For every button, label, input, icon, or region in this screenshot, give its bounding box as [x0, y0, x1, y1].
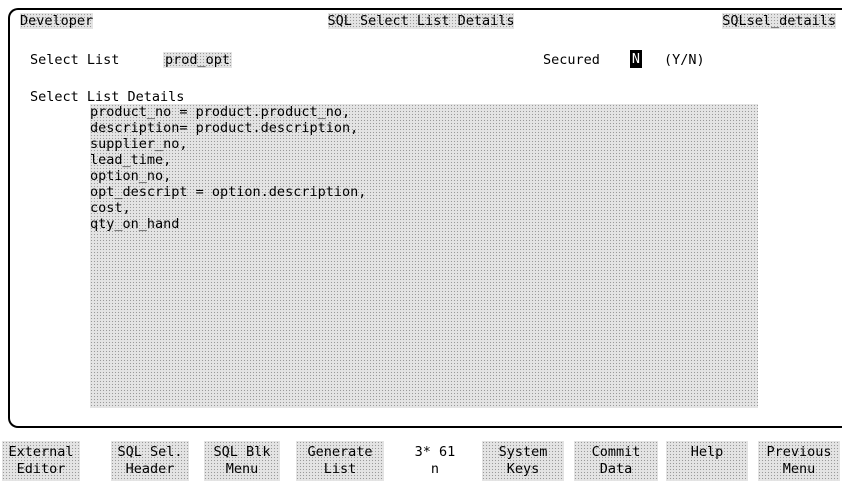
details-line: qty_on_hand [90, 216, 180, 232]
fkey-line1: Previous [766, 444, 832, 460]
fkey-sql-blk-menu[interactable]: SQL Blk Menu [204, 441, 280, 481]
cursor-position-indicator: 3* 61 n [400, 441, 470, 481]
fkey-line2: Header [125, 461, 175, 477]
fkey-line2: Editor [16, 461, 66, 477]
fkey-line2: Keys [506, 461, 540, 477]
details-line: option_no, [90, 168, 172, 184]
fkey-line2: n [430, 461, 440, 477]
fkey-line1: Commit [591, 444, 641, 460]
secured-hint: (Y/N) [664, 52, 705, 68]
screen-id: SQLsel_details [722, 13, 836, 29]
fkey-line1: System [498, 444, 548, 460]
details-line: cost, [90, 200, 131, 216]
fkey-help[interactable]: Help [666, 441, 748, 481]
fkey-sql-sel-header[interactable]: SQL Sel. Header [111, 441, 189, 481]
fkey-system-keys[interactable]: System Keys [482, 441, 564, 481]
details-line: product_no = product.product_no, [90, 104, 351, 120]
fkey-line2: Menu [225, 461, 259, 477]
select-list-label: Select List [30, 52, 120, 68]
fkey-line1: External [8, 444, 74, 460]
fkey-line1: Generate [307, 444, 373, 460]
secured-label: Secured [543, 52, 600, 68]
fkey-external-editor[interactable]: External Editor [2, 441, 80, 481]
fkey-line1: SQL Blk [213, 444, 271, 460]
fkey-line2: Data [599, 461, 633, 477]
fkey-line2: List [323, 461, 357, 477]
details-line: lead_time, [90, 152, 172, 168]
fkey-commit-data[interactable]: Commit Data [574, 441, 658, 481]
screen-title: SQL Select List Details [327, 13, 515, 29]
fkey-line1: 3* 61 [414, 444, 456, 460]
fkey-line1: Help [690, 444, 724, 460]
fkey-line1: SQL Sel. [117, 444, 183, 460]
fkey-previous-menu[interactable]: Previous Menu [758, 441, 840, 481]
details-label: Select List Details [30, 89, 185, 105]
function-key-bar: External Editor SQL Sel. Header SQL Blk Men… [0, 441, 842, 481]
fkey-line2: Menu [782, 461, 816, 477]
details-line: opt_descript = option.description, [90, 184, 367, 200]
secured-field[interactable]: N [630, 50, 642, 68]
screen-title-wrap: SQL Select List Details [0, 13, 842, 29]
details-line: supplier_no, [90, 136, 188, 152]
select-list-field[interactable]: prod_opt [163, 52, 233, 68]
fkey-generate-list[interactable]: Generate List [296, 441, 384, 481]
details-line: description= product.description, [90, 120, 359, 136]
details-textarea[interactable]: product_no = product.product_no, descrip… [90, 104, 758, 408]
